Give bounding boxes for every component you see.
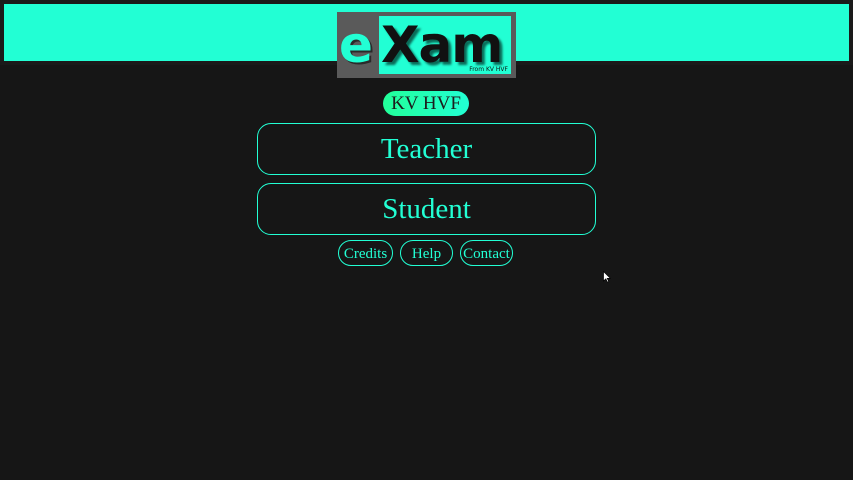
contact-button[interactable]: Contact bbox=[460, 240, 513, 266]
mouse-pointer-icon bbox=[603, 271, 611, 283]
logo-letters-xam: Xam bbox=[381, 16, 503, 74]
student-button[interactable]: Student bbox=[257, 183, 596, 235]
credits-button[interactable]: Credits bbox=[338, 240, 393, 266]
school-badge: KV HVF bbox=[383, 91, 469, 116]
logo-tagline: From KV HVF bbox=[469, 66, 508, 73]
exam-logo: e Xam From KV HVF bbox=[337, 12, 516, 78]
help-button[interactable]: Help bbox=[400, 240, 453, 266]
teacher-button[interactable]: Teacher bbox=[257, 123, 596, 175]
logo-letter-e: e bbox=[339, 16, 373, 74]
